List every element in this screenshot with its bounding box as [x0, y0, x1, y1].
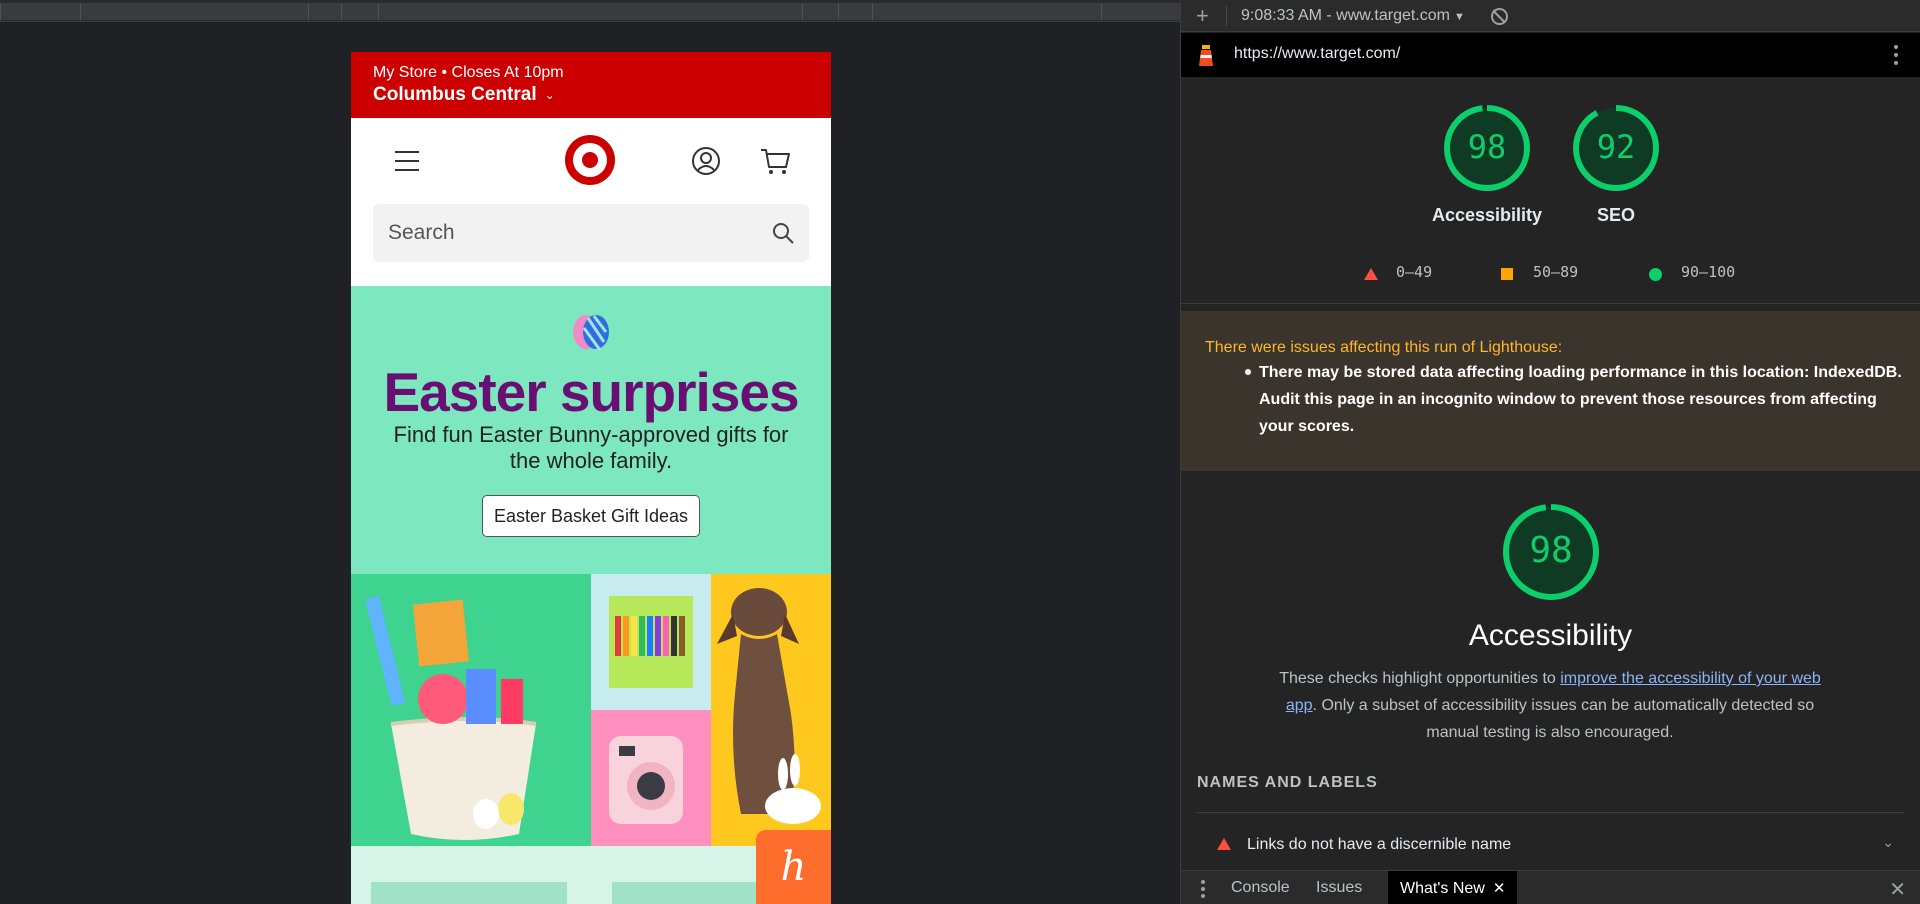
- close-drawer-icon[interactable]: ✕: [1889, 877, 1906, 902]
- tile-placeholder[interactable]: [371, 882, 567, 904]
- dog-plush-tile[interactable]: [711, 574, 831, 846]
- easter-egg-icon: [573, 315, 609, 351]
- easter-basket-tile[interactable]: [351, 574, 591, 846]
- fail-triangle-icon: [1217, 838, 1231, 850]
- ruler-segment[interactable]: [80, 3, 308, 20]
- store-hours: My Store • Closes At 10pm: [373, 64, 564, 81]
- store-selector[interactable]: Columbus Central ⌄: [373, 83, 809, 107]
- target-logo-icon[interactable]: [565, 135, 615, 185]
- search-icon[interactable]: [771, 221, 795, 245]
- runtime-warning: There were issues affecting this run of …: [1181, 311, 1920, 471]
- audit-row-link-name[interactable]: Links do not have a discernible name ⌄: [1197, 822, 1904, 868]
- accessibility-label: Accessibility: [1431, 205, 1543, 225]
- menu-icon[interactable]: [395, 151, 419, 171]
- tab-label: What's New: [1400, 880, 1485, 897]
- report-url[interactable]: https://www.target.com/: [1234, 45, 1400, 63]
- plus-icon[interactable]: +: [1196, 4, 1209, 28]
- audit-title: Links do not have a discernible name: [1247, 836, 1512, 853]
- separator: [1181, 303, 1920, 304]
- separator: [1197, 812, 1904, 813]
- desc-text: These checks highlight opportunities to: [1279, 670, 1561, 687]
- tab-whats-new[interactable]: What's New ✕: [1388, 871, 1518, 904]
- report-select[interactable]: 9:08:33 AM - www.target.com ▼: [1241, 7, 1465, 25]
- toolbar-separator: [1226, 6, 1227, 26]
- account-icon[interactable]: [690, 145, 722, 177]
- clear-icon[interactable]: [1491, 8, 1508, 25]
- hero-title: Easter surprises: [383, 361, 799, 423]
- easter-basket-button[interactable]: Easter Basket Gift Ideas: [482, 495, 700, 537]
- ruler-segment[interactable]: [838, 3, 872, 20]
- warning-title: There were issues affecting this run of …: [1205, 339, 1563, 356]
- store-bar[interactable]: My Store • Closes At 10pm Columbus Centr…: [351, 52, 831, 118]
- legend-average: 50–89: [1533, 263, 1579, 281]
- ruler-segment[interactable]: [802, 3, 838, 20]
- legend-fail: 0–49: [1396, 263, 1433, 281]
- drawer-menu-icon[interactable]: [1201, 880, 1205, 901]
- cart-icon[interactable]: [759, 145, 791, 177]
- search-input[interactable]: Search: [373, 204, 809, 262]
- category-gauge: 98: [1502, 503, 1600, 601]
- product-tiles: [351, 574, 831, 846]
- warning-item: There may be stored data affecting loadi…: [1259, 364, 1902, 435]
- mobile-viewport: My Store • Closes At 10pm Columbus Centr…: [351, 52, 831, 904]
- ruler-segment[interactable]: [308, 3, 341, 20]
- crayon-set-tile[interactable]: [591, 574, 711, 710]
- more-options-icon[interactable]: [1894, 45, 1898, 65]
- ruler-segment[interactable]: [378, 3, 802, 20]
- close-icon[interactable]: ✕: [1493, 880, 1506, 897]
- seo-score: 92: [1596, 128, 1636, 166]
- audit-group-title: NAMES AND LABELS: [1197, 774, 1378, 791]
- media-query-ruler[interactable]: [0, 0, 1180, 22]
- ruler-segment[interactable]: [0, 3, 80, 20]
- tab-issues[interactable]: Issues: [1316, 879, 1362, 897]
- fail-triangle-icon: [1364, 268, 1378, 280]
- store-name: Columbus Central: [373, 84, 537, 105]
- lighthouse-icon: [1199, 45, 1213, 66]
- lighthouse-panel: + 9:08:33 AM - www.target.com ▼ https://w…: [1181, 0, 1920, 904]
- bullet: [1245, 369, 1251, 375]
- accessibility-gauge[interactable]: 98: [1443, 104, 1531, 192]
- desc-text: . Only a subset of accessibility issues …: [1312, 697, 1815, 741]
- report-url-bar: https://www.target.com/: [1181, 33, 1920, 77]
- seo-label: SEO: [1596, 205, 1635, 225]
- pass-circle-icon: [1649, 268, 1662, 281]
- accessibility-score: 98: [1467, 128, 1507, 166]
- category-description: These checks highlight opportunities to …: [1275, 665, 1825, 746]
- report-select-value: 9:08:33 AM - www.target.com: [1241, 7, 1450, 24]
- legend-pass: 90–100: [1681, 263, 1736, 281]
- easter-hero-banner: Easter surprises Find fun Easter Bunny-a…: [351, 286, 831, 574]
- instant-camera-tile[interactable]: [591, 710, 711, 846]
- ruler-segment[interactable]: [1101, 3, 1180, 20]
- chevron-down-icon: ⌄: [544, 88, 555, 102]
- ruler-segment[interactable]: [341, 3, 378, 20]
- device-emulation-area: My Store • Closes At 10pm Columbus Centr…: [0, 0, 1180, 904]
- caret-down-icon: ▼: [1453, 11, 1465, 23]
- honey-extension-icon[interactable]: h: [756, 830, 831, 904]
- hero-subtitle: Find fun Easter Bunny-approved gifts for…: [393, 422, 789, 473]
- search-placeholder: Search: [388, 221, 455, 244]
- tab-console[interactable]: Console: [1231, 879, 1290, 897]
- site-header: [351, 118, 831, 204]
- category-title: Accessibility: [1468, 619, 1633, 652]
- drawer-tabbar: Console Issues What's New ✕ ✕: [1181, 870, 1920, 904]
- lighthouse-toolbar: + 9:08:33 AM - www.target.com ▼: [1181, 0, 1920, 32]
- ruler-segment[interactable]: [872, 3, 1101, 20]
- seo-gauge[interactable]: 92: [1572, 104, 1660, 192]
- average-square-icon: [1501, 268, 1513, 280]
- category-score: 98: [1529, 530, 1573, 571]
- chevron-down-icon[interactable]: ⌄: [1882, 834, 1894, 851]
